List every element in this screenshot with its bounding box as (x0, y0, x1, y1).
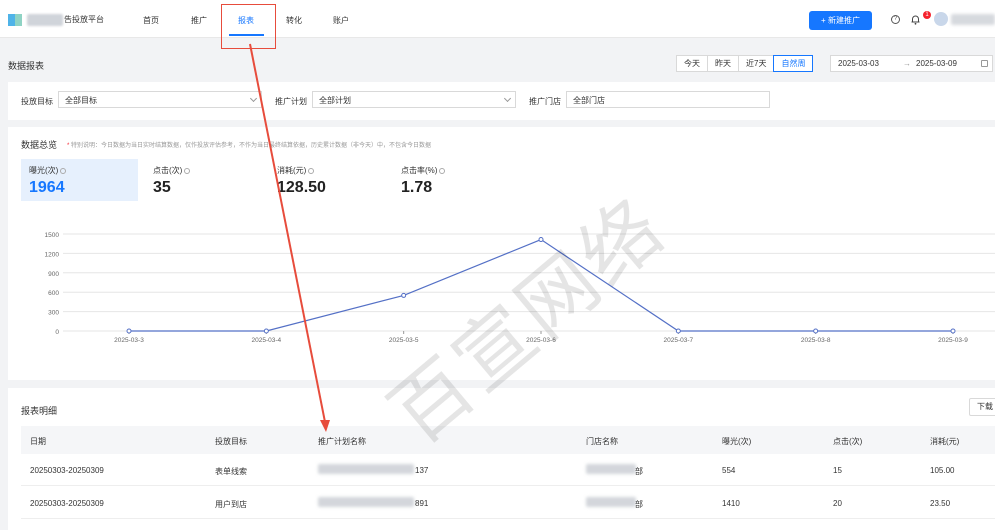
annotation-arrow (249, 43, 330, 432)
date-btn-natural-week[interactable]: 自然周 (773, 55, 814, 72)
